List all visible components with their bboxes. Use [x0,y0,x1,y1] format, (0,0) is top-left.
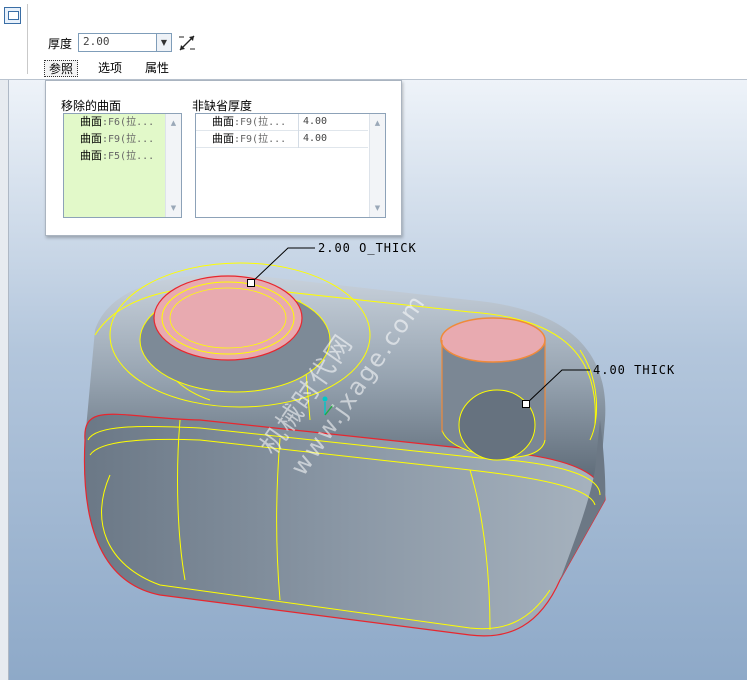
tab-properties[interactable]: 属性 [141,60,173,77]
surface-ref: :F5(拉... [102,151,155,162]
surface-name: 曲面 [212,132,234,145]
removed-surfaces-list[interactable]: 曲面:F6(拉... 曲面:F9(拉... 曲面:F5(拉... ▲ ▼ [63,113,182,218]
annotation-o-thick[interactable]: 2.00 O_THICK [318,241,417,255]
thickness-drag-handle-boss[interactable] [522,400,530,408]
surface-ref: :F9(拉... [102,134,155,145]
thickness-value-cell[interactable]: 4.00 [298,131,363,148]
references-panel: 移除的曲面 曲面:F6(拉... 曲面:F9(拉... 曲面:F5(拉... ▲… [45,80,402,236]
flip-direction-icon[interactable] [177,33,197,53]
tab-options[interactable]: 选项 [94,60,126,77]
surface-ref: :F6(拉... [102,117,155,128]
annotation-thick[interactable]: 4.00 THICK [593,363,675,377]
surface-name: 曲面 [212,115,234,128]
shell-feature-icon[interactable] [4,7,21,24]
surface-ref: :F9(拉... [234,134,287,145]
surface-name: 曲面 [80,149,102,162]
thickness-label: 厚度 [48,37,73,51]
scroll-down-icon[interactable]: ▼ [166,201,181,215]
scroll-up-icon[interactable]: ▲ [166,116,181,130]
thickness-value-cell[interactable]: 4.00 [298,114,363,131]
nondefault-thickness-heading: 非缺省厚度 [192,99,253,113]
shell-dashboard: 厚度 2.00 ▼ 参照 选项 属性 [0,0,747,80]
nondefault-thickness-table[interactable]: 曲面:F9(拉... 4.00 曲面:F9(拉... 4.00 ▲ ▼ [195,113,386,218]
list-item[interactable]: 曲面:F9(拉... [80,131,154,148]
thickness-input[interactable]: 2.00 ▼ [78,33,172,52]
surface-ref: :F9(拉... [234,117,287,128]
table-row[interactable]: 曲面:F9(拉... 4.00 [196,114,368,131]
scrollbar[interactable]: ▲ ▼ [369,114,385,217]
thickness-drag-handle[interactable] [247,279,255,287]
surface-name: 曲面 [80,115,102,128]
scrollbar[interactable]: ▲ ▼ [165,114,181,217]
tab-references[interactable]: 参照 [44,60,79,77]
toolbar-divider [27,4,28,74]
chevron-down-icon[interactable]: ▼ [156,34,171,51]
table-row[interactable]: 曲面:F9(拉... 4.00 [196,131,368,148]
recess-selected-face [153,275,303,361]
boss-top-selected [440,317,546,363]
scroll-up-icon[interactable]: ▲ [370,116,385,130]
thickness-value[interactable]: 2.00 [83,35,110,48]
removed-surfaces-heading: 移除的曲面 [61,99,122,113]
scroll-down-icon[interactable]: ▼ [370,201,385,215]
list-item[interactable]: 曲面:F6(拉... [80,114,154,131]
list-item[interactable]: 曲面:F5(拉... [80,148,154,165]
surface-name: 曲面 [80,132,102,145]
